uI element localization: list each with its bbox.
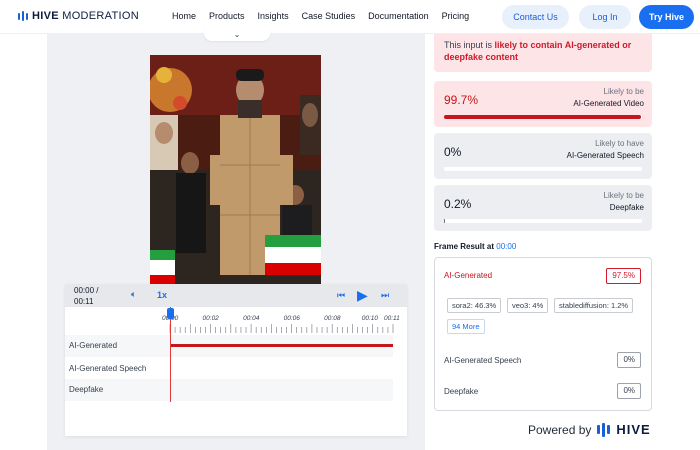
nav-case-studies[interactable]: Case Studies: [302, 11, 356, 21]
score-percent: 0%: [444, 145, 462, 159]
model-chip-sora2: sora2: 46.3%: [447, 298, 502, 313]
logo-bold: HIVE: [32, 10, 59, 22]
nav-documentation[interactable]: Documentation: [368, 11, 429, 21]
volume-icon[interactable]: 🔈︎: [131, 289, 136, 300]
score-bar: [444, 115, 642, 119]
playhead-line: [170, 307, 171, 402]
video-preview[interactable]: [150, 55, 321, 285]
hive-brand: HIVE: [616, 422, 651, 437]
hive-logo[interactable]: HIVE MODERATION: [18, 10, 139, 22]
nav-home[interactable]: Home: [172, 11, 196, 21]
track-label: Deepfake: [69, 385, 104, 394]
speech-label: AI-Generated Speech: [444, 356, 522, 365]
playhead-handle[interactable]: [167, 308, 174, 319]
ai-generated-speech-card: 0% Likely to have AI-Generated Speech: [434, 133, 652, 179]
track-ai-generated: AI-Generated: [65, 335, 393, 357]
result-alert: This input is likely to contain AI-gener…: [434, 34, 652, 72]
top-header: HIVE MODERATION Home Products Insights C…: [0, 0, 700, 34]
model-chip-stablediffusion: stablediffusion: 1.2%: [554, 298, 634, 313]
track-ai-generated-speech: AI-Generated Speech: [65, 358, 393, 380]
logo-rest: MODERATION: [62, 10, 139, 22]
model-chip-veo3: veo3: 4%: [507, 298, 549, 313]
timeline-ruler[interactable]: 00:0000:0200:0400:0600:0800:1000:11: [65, 307, 407, 335]
play-icon[interactable]: ▶: [357, 287, 368, 304]
contact-us-button[interactable]: Contact Us: [502, 5, 569, 29]
score-bar: [444, 219, 642, 223]
nav-pricing[interactable]: Pricing: [442, 11, 470, 21]
powered-by-hive: Powered by HIVE: [528, 422, 651, 437]
score-bar: [444, 167, 642, 171]
log-in-button[interactable]: Log In: [579, 5, 631, 29]
try-hive-button[interactable]: Try Hive: [639, 5, 694, 29]
speech-score: 0%: [617, 352, 641, 368]
time-display: 00:00 / 00:11: [74, 286, 99, 306]
track-label: AI-Generated Speech: [69, 364, 147, 373]
ruler-label: 00:04: [243, 315, 260, 322]
frame-result-box: AI-Generated 97.5% sora2: 46.3% veo3: 4%…: [434, 257, 652, 411]
score-percent: 99.7%: [444, 93, 479, 107]
ruler-label: 00:02: [203, 315, 220, 322]
ai-generated-detection-bar: [170, 344, 393, 347]
more-models-button[interactable]: 94 More: [447, 319, 485, 334]
deepfake-card: 0.2% Likely to be Deepfake: [434, 185, 652, 231]
chevron-down-icon: ⌄: [233, 30, 241, 39]
ruler-label: 00:06: [284, 315, 301, 322]
ruler-label: 00:11: [384, 315, 400, 322]
hive-logo-icon: [18, 11, 28, 21]
deepfake-label: Deepfake: [444, 387, 479, 396]
track-label: AI-Generated: [69, 341, 118, 350]
skip-back-icon[interactable]: ⏮︎: [337, 290, 345, 301]
collapse-toggle[interactable]: ⌄: [204, 28, 270, 41]
playback-speed-button[interactable]: 1x: [157, 290, 167, 300]
nav-products[interactable]: Products: [209, 11, 245, 21]
nav-insights[interactable]: Insights: [258, 11, 289, 21]
video-frame-image: [150, 55, 321, 285]
ruler-label: 00:10: [362, 315, 379, 322]
track-deepfake: Deepfake: [65, 379, 393, 401]
deepfake-score: 0%: [617, 383, 641, 399]
main-nav: Home Products Insights Case Studies Docu…: [172, 11, 482, 21]
timeline-player: 00:00 / 00:11 🔈︎ 1x ⏮︎ ▶ ⏭︎ 00:0000:0200…: [65, 284, 407, 436]
hive-logo-icon: [597, 422, 611, 437]
skip-forward-icon[interactable]: ⏭︎: [381, 290, 389, 301]
ai-generated-video-card: 99.7% Likely to be AI-Generated Video: [434, 81, 652, 127]
ai-generated-label: AI-Generated: [444, 271, 493, 280]
score-percent: 0.2%: [444, 197, 472, 211]
ai-generated-score: 97.5%: [606, 268, 641, 284]
ruler-label: 00:08: [324, 315, 341, 322]
frame-result-title: Frame Result at 00:00: [434, 242, 517, 251]
player-controls: 00:00 / 00:11 🔈︎ 1x ⏮︎ ▶ ⏭︎: [65, 284, 407, 307]
